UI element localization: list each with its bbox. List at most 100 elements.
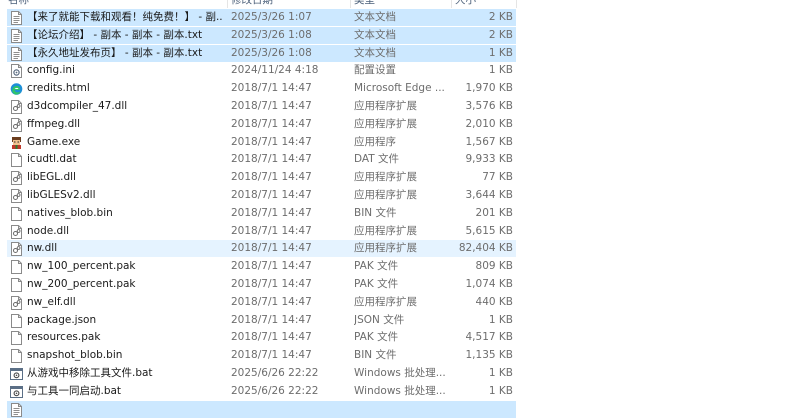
file-row[interactable]: libEGL.dll 2018/7/1 14:47 应用程序扩展 77 KB bbox=[0, 169, 800, 187]
dll-file-icon bbox=[10, 117, 23, 132]
file-row[interactable]: libGLESv2.dll 2018/7/1 14:47 应用程序扩展 3,644 K… bbox=[0, 187, 800, 205]
file-modified-date: 2018/7/1 14:47 bbox=[231, 153, 312, 166]
text-file-icon bbox=[10, 46, 23, 61]
file-row[interactable]: node.dll 2018/7/1 14:47 应用程序扩展 5,615 KB bbox=[0, 223, 800, 241]
file-modified-date: 2018/7/1 14:47 bbox=[231, 224, 312, 237]
file-type: 应用程序扩展 bbox=[354, 189, 417, 201]
file-size: 3,644 KB bbox=[465, 189, 514, 201]
file-modified-date: 2018/7/1 14:47 bbox=[231, 100, 312, 112]
blank-file-icon bbox=[10, 313, 23, 328]
blank-file-icon bbox=[10, 331, 23, 346]
blank-file-icon bbox=[10, 206, 23, 221]
file-modified-date: 2018/7/1 14:47 bbox=[231, 171, 312, 184]
file-row[interactable]: package.json 2018/7/1 14:47 JSON 文件 1 KB bbox=[0, 312, 800, 330]
column-divider[interactable] bbox=[451, 0, 452, 8]
column-divider[interactable] bbox=[516, 0, 517, 8]
file-row[interactable]: 从游戏中移除工具文件.bat 2025/6/26 22:22 Windows 批处理… bbox=[0, 365, 800, 383]
file-row[interactable]: 与工具一同启动.bat 2025/6/26 22:22 Windows 批处理...… bbox=[0, 383, 800, 401]
file-modified-date: 2025/3/26 1:08 bbox=[231, 46, 312, 59]
file-name: snapshot_blob.bin bbox=[27, 349, 123, 362]
file-size: 77 KB bbox=[482, 171, 513, 184]
dll-file-icon bbox=[10, 242, 23, 257]
file-row[interactable]: 【论坛介绍】 - 副本 - 副本 - 副本.txt 2025/3/26 1:08 文… bbox=[0, 26, 800, 45]
file-type: 应用程序扩展 bbox=[354, 171, 417, 184]
column-divider[interactable] bbox=[350, 0, 351, 8]
file-modified-date: 2018/7/1 14:47 bbox=[231, 135, 312, 148]
file-name: d3dcompiler_47.dll bbox=[27, 100, 128, 112]
file-type: 应用程序扩展 bbox=[354, 224, 417, 237]
file-name: natives_blob.bin bbox=[27, 206, 113, 219]
file-name bbox=[27, 401, 223, 419]
column-header-bar: 名称 修改日期 类型 大小 bbox=[0, 0, 800, 8]
file-name: node.dll bbox=[27, 224, 70, 237]
file-row[interactable]: 【永久地址发布页】 - 副本 - 副本.txt 2025/3/26 1:08 文本文… bbox=[0, 44, 800, 63]
file-row[interactable]: Game.exe 2018/7/1 14:47 应用程序 1,567 KB bbox=[0, 134, 800, 152]
file-row[interactable]: nw_200_percent.pak 2018/7/1 14:47 PAK 文件 1,… bbox=[0, 276, 800, 294]
file-size: 2 KB bbox=[488, 11, 513, 23]
file-size: 1 KB bbox=[488, 367, 513, 379]
file-name: libGLESv2.dll bbox=[27, 189, 96, 201]
edge-browser-icon bbox=[10, 82, 23, 96]
file-name: 与工具一同启动.bat bbox=[27, 384, 122, 397]
file-name: 从游戏中移除工具文件.bat bbox=[27, 367, 153, 379]
file-row[interactable]: snapshot_blob.bin 2018/7/1 14:47 BIN 文件 1,1… bbox=[0, 347, 800, 365]
blank-file-icon bbox=[10, 153, 23, 168]
file-type: 应用程序扩展 bbox=[354, 100, 417, 112]
file-type: 文本文档 bbox=[354, 46, 396, 59]
text-file-icon bbox=[10, 28, 23, 43]
file-type: BIN 文件 bbox=[354, 349, 397, 362]
file-type: 文本文档 bbox=[354, 11, 396, 23]
file-type: BIN 文件 bbox=[354, 206, 397, 219]
dll-file-icon bbox=[10, 100, 23, 114]
file-row[interactable]: ffmpeg.dll 2018/7/1 14:47 应用程序扩展 2,010 KB bbox=[0, 116, 800, 134]
file-modified-date: 2025/6/26 22:22 bbox=[231, 384, 319, 397]
file-type: 应用程序扩展 bbox=[354, 117, 417, 130]
file-row[interactable]: resources.pak 2018/7/1 14:47 PAK 文件 4,517 K… bbox=[0, 329, 800, 347]
file-modified-date: 2018/7/1 14:47 bbox=[231, 295, 312, 308]
file-size: 4,517 KB bbox=[465, 331, 514, 344]
file-row[interactable]: credits.html 2018/7/1 14:47 Microsoft Edge… bbox=[0, 80, 800, 98]
batch-file-icon bbox=[10, 367, 23, 381]
column-header-type[interactable]: 类型 bbox=[354, 0, 375, 8]
dll-file-icon bbox=[10, 224, 23, 239]
file-row[interactable]: nw_100_percent.pak 2018/7/1 14:47 PAK 文件 80… bbox=[0, 258, 800, 276]
column-header-name[interactable]: 名称 bbox=[8, 0, 29, 8]
file-size: 1 KB bbox=[488, 313, 513, 326]
file-size: 440 KB bbox=[475, 295, 513, 308]
dll-file-icon bbox=[10, 171, 23, 186]
file-size bbox=[452, 401, 513, 419]
file-name: nw_100_percent.pak bbox=[27, 260, 136, 273]
file-modified-date: 2018/7/1 14:47 bbox=[231, 242, 312, 255]
text-file-icon bbox=[10, 11, 23, 25]
file-size: 2 KB bbox=[488, 28, 513, 41]
file-type: Microsoft Edge ... bbox=[354, 82, 445, 95]
file-type: 配置设置 bbox=[354, 64, 396, 77]
dll-file-icon bbox=[10, 189, 23, 203]
file-size: 5,615 KB bbox=[465, 224, 514, 237]
file-size: 1,970 KB bbox=[465, 82, 514, 95]
file-row[interactable]: icudtl.dat 2018/7/1 14:47 DAT 文件 9,933 KB bbox=[0, 151, 800, 169]
file-modified-date: 2025/6/26 22:22 bbox=[231, 367, 319, 379]
file-row[interactable]: nw_elf.dll 2018/7/1 14:47 应用程序扩展 440 KB bbox=[0, 294, 800, 312]
column-header-size[interactable]: 大小 bbox=[455, 0, 476, 8]
file-row[interactable] bbox=[0, 400, 800, 419]
file-modified-date: 2018/7/1 14:47 bbox=[231, 189, 312, 201]
file-row[interactable]: 【来了就能下载和观看！纯免费！】 - 副... 2025/3/26 1:07 文本文… bbox=[0, 9, 800, 27]
file-name: 【永久地址发布页】 - 副本 - 副本.txt bbox=[27, 46, 203, 59]
column-divider[interactable] bbox=[227, 0, 228, 8]
file-size: 1 KB bbox=[488, 64, 513, 77]
file-name: icudtl.dat bbox=[27, 153, 77, 166]
column-header-date[interactable]: 修改日期 bbox=[231, 0, 273, 8]
file-name: config.ini bbox=[27, 64, 75, 77]
file-size: 82,404 KB bbox=[458, 242, 513, 255]
file-modified-date: 2018/7/1 14:47 bbox=[231, 313, 312, 326]
dll-file-icon bbox=[10, 295, 23, 310]
file-row[interactable]: nw.dll 2018/7/1 14:47 应用程序扩展 82,404 KB bbox=[0, 240, 800, 258]
file-type: PAK 文件 bbox=[354, 260, 399, 273]
file-row[interactable]: natives_blob.bin 2018/7/1 14:47 BIN 文件 201 … bbox=[0, 205, 800, 223]
blank-file-icon bbox=[10, 260, 23, 275]
file-row[interactable]: config.ini 2024/11/24 4:18 配置设置 1 KB bbox=[0, 62, 800, 80]
file-row[interactable]: d3dcompiler_47.dll 2018/7/1 14:47 应用程序扩展 3,… bbox=[0, 98, 800, 116]
file-size: 2,010 KB bbox=[465, 117, 514, 130]
file-name: ffmpeg.dll bbox=[27, 117, 81, 130]
